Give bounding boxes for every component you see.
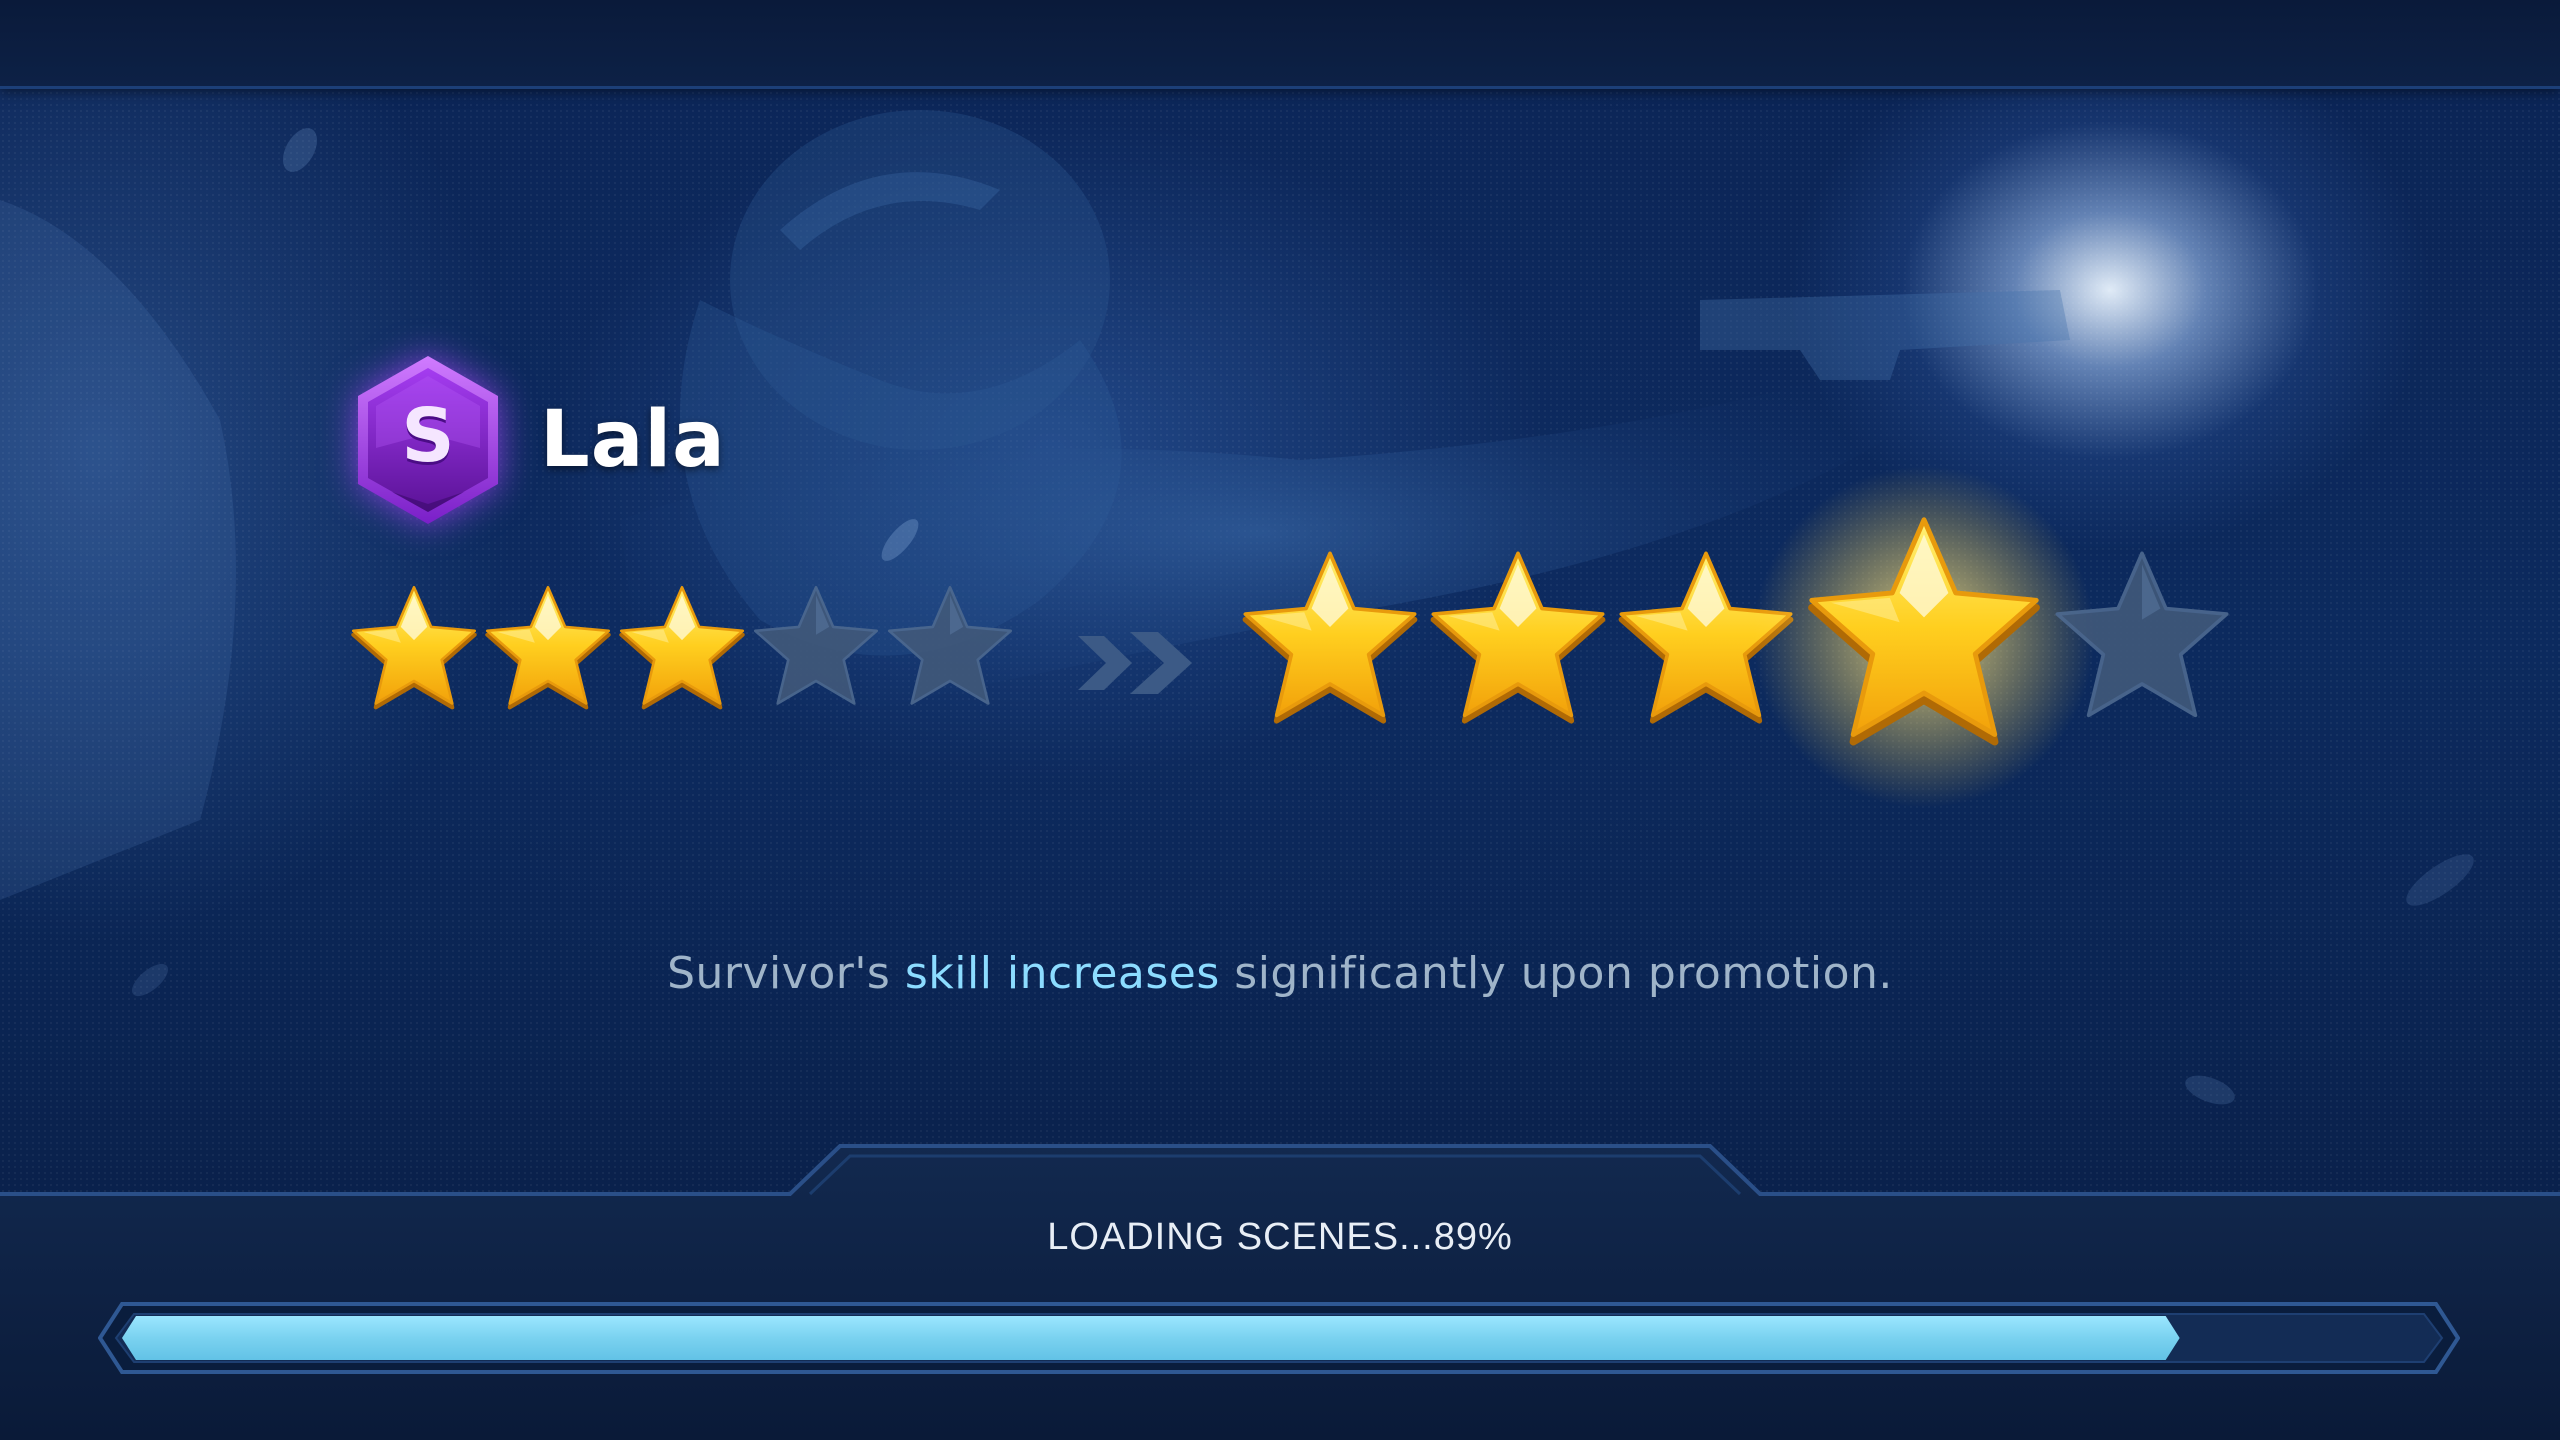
rank-badge: S [352, 352, 504, 528]
loading-screen: S Lala Survivor's skill increases signif… [0, 0, 2560, 1440]
current-star-empty-icon [750, 582, 882, 714]
loading-progress-bar [122, 1316, 2434, 1360]
tip-highlight: skill increases [904, 948, 1220, 999]
bottom-panel [0, 1144, 2560, 1440]
rank-letter: S [401, 393, 455, 479]
double-chevron-right-icon [1078, 632, 1192, 694]
top-bar [0, 0, 2560, 89]
tip-prefix: Survivor's [667, 948, 905, 999]
loading-progress-fill [122, 1316, 2180, 1360]
current-star-filled-icon [482, 582, 614, 714]
next-star-filled-icon [1238, 546, 1422, 730]
new-star-highlighted-icon [1753, 466, 2095, 808]
next-star-filled-icon [1426, 546, 1610, 730]
current-star-filled-icon [348, 582, 480, 714]
loading-label: LOADING SCENES...89% [1047, 1216, 1513, 1258]
tip-text: Survivor's skill increases significantly… [0, 948, 2560, 999]
tip-suffix: significantly upon promotion. [1219, 948, 1893, 999]
hero-header: S Lala [352, 352, 726, 528]
current-star-empty-icon [884, 582, 1016, 714]
hero-name: Lala [540, 395, 726, 485]
current-star-filled-icon [616, 582, 748, 714]
next-star-empty-icon [2050, 546, 2234, 730]
